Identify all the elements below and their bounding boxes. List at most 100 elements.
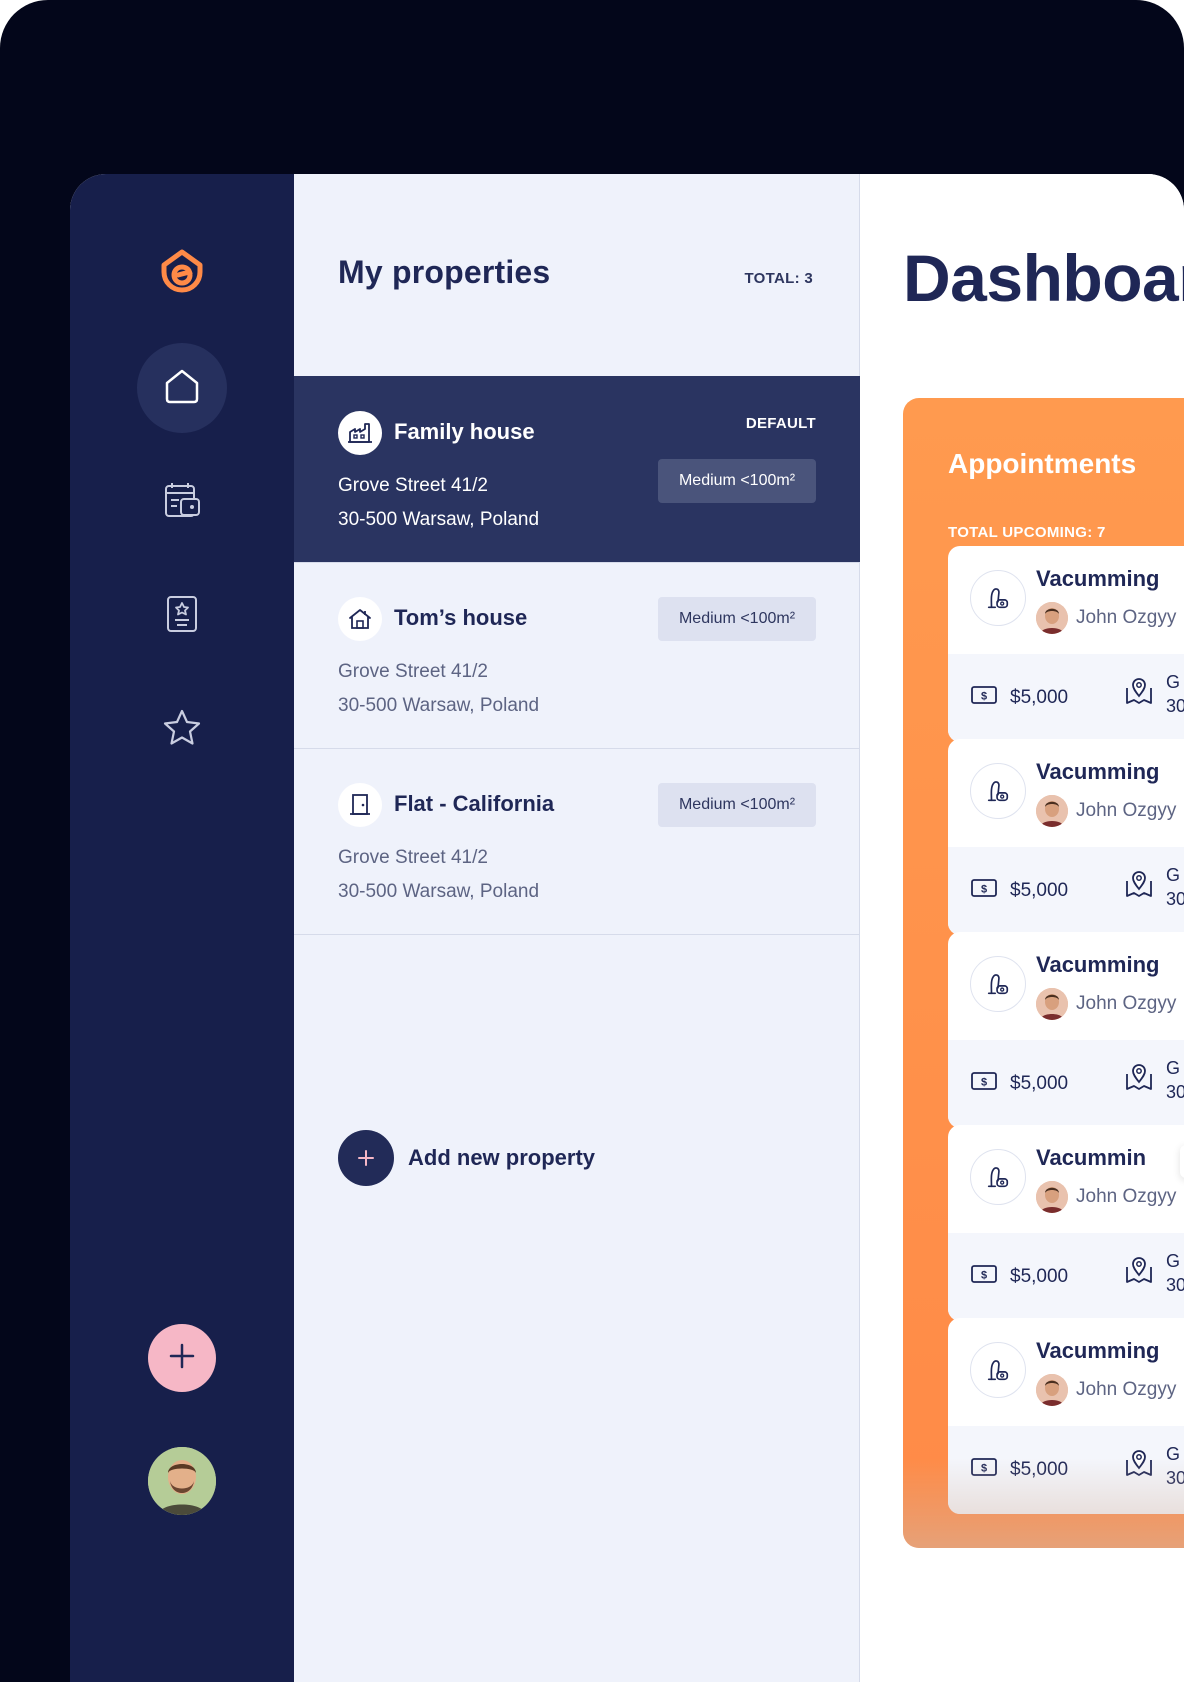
location-line-1: G bbox=[1166, 1251, 1181, 1271]
service-name: Vacumming bbox=[1036, 759, 1160, 784]
money-icon: $ bbox=[970, 877, 998, 904]
badge-star-icon bbox=[161, 593, 203, 640]
appointment-card[interactable]: Vacummin John Ozgyy $ $5,000 G 30 Or bbox=[948, 1125, 1184, 1321]
property-address: Grove Street 41/2 30-500 Warsaw, Poland bbox=[338, 469, 539, 537]
add-button[interactable] bbox=[148, 1324, 216, 1392]
map-pin-icon bbox=[1124, 869, 1154, 904]
default-label: DEFAULT bbox=[745, 415, 816, 432]
location: G 30 bbox=[1166, 863, 1184, 911]
calendar-wallet-icon bbox=[161, 479, 203, 526]
svg-text:$: $ bbox=[981, 1077, 987, 1089]
price-value: $5,000 bbox=[1010, 879, 1069, 901]
location-line-2: 30 bbox=[1166, 1275, 1184, 1295]
sidebar bbox=[70, 174, 294, 1682]
nav-billing[interactable] bbox=[137, 457, 227, 547]
property-name: Tom’s house bbox=[394, 605, 528, 630]
property-card[interactable]: Tom’s house Grove Street 41/2 30-500 War… bbox=[294, 562, 860, 748]
add-property-button[interactable]: Add new property bbox=[338, 1130, 595, 1186]
nav-rewards[interactable] bbox=[137, 571, 227, 661]
location-line-1: G bbox=[1166, 672, 1181, 692]
dashboard: Dashboard Appointments TOTAL UPCOMING: 7… bbox=[861, 174, 1184, 1682]
property-card[interactable]: Flat - California Grove Street 41/2 30-5… bbox=[294, 748, 860, 934]
vacuum-icon bbox=[970, 1342, 1026, 1398]
location: G 30 bbox=[1166, 1056, 1184, 1104]
property-address: Grove Street 41/2 30-500 Warsaw, Poland bbox=[338, 655, 539, 723]
appointments-panel: Appointments TOTAL UPCOMING: 7 Vacumming… bbox=[903, 398, 1184, 1548]
location: G 30 bbox=[1166, 1249, 1184, 1297]
map-pin-icon bbox=[1124, 676, 1154, 711]
price-value: $5,000 bbox=[1010, 1265, 1069, 1287]
assignee: John Ozgyy bbox=[1036, 602, 1176, 634]
location-line-1: G bbox=[1166, 1058, 1181, 1078]
map-pin-icon bbox=[1124, 1062, 1154, 1097]
assignee: John Ozgyy bbox=[1036, 988, 1176, 1020]
factory-house-icon bbox=[338, 411, 382, 455]
service-name: Vacumming bbox=[1036, 566, 1160, 591]
appointments-title: Appointments bbox=[948, 448, 1137, 479]
assignee-avatar bbox=[1036, 1374, 1068, 1406]
assignee-avatar bbox=[1036, 795, 1068, 827]
price-value: $5,000 bbox=[1010, 686, 1069, 708]
appointment-card[interactable]: Vacumming John Ozgyy $ $5,000 G 30 bbox=[948, 739, 1184, 935]
svg-text:$: $ bbox=[981, 691, 987, 703]
plus-icon bbox=[168, 1342, 196, 1375]
size-badge: Medium <100m² bbox=[658, 783, 816, 827]
properties-title: My properties bbox=[338, 254, 551, 290]
appointment-card[interactable]: Vacumming John Ozgyy $ $5,000 G 30 bbox=[948, 546, 1184, 742]
nav-home[interactable] bbox=[137, 343, 227, 433]
price-value: $5,000 bbox=[1010, 1072, 1069, 1094]
assignee-avatar bbox=[1036, 988, 1068, 1020]
money-icon: $ bbox=[970, 1263, 998, 1290]
assignee-name: John Ozgyy bbox=[1076, 800, 1177, 821]
vacuum-icon bbox=[970, 1149, 1026, 1205]
address-line-1: Grove Street 41/2 bbox=[338, 847, 488, 868]
location-line-1: G bbox=[1166, 865, 1181, 885]
avatar[interactable] bbox=[148, 1447, 216, 1515]
home-icon bbox=[161, 365, 203, 412]
price: $ $5,000 bbox=[970, 684, 1068, 711]
app-screen: My properties TOTAL: 3 Family house DEFA… bbox=[70, 174, 1184, 1682]
property-name: Flat - California bbox=[394, 791, 555, 816]
assignee: John Ozgyy bbox=[1036, 795, 1176, 827]
address-line-2: 30-500 Warsaw, Poland bbox=[338, 881, 540, 902]
address-line-1: Grove Street 41/2 bbox=[338, 661, 488, 682]
money-icon: $ bbox=[970, 684, 998, 711]
address-line-2: 30-500 Warsaw, Poland bbox=[338, 509, 540, 530]
appointment-card[interactable]: Vacumming John Ozgyy $ $5,000 G 30 bbox=[948, 932, 1184, 1128]
list-fade bbox=[903, 1458, 1184, 1548]
price: $ $5,000 bbox=[970, 1263, 1068, 1290]
device-frame: My properties TOTAL: 3 Family house DEFA… bbox=[0, 0, 1184, 1682]
door-icon bbox=[338, 783, 382, 827]
assignee-name: John Ozgyy bbox=[1076, 607, 1177, 628]
address-line-2: 30-500 Warsaw, Poland bbox=[338, 695, 540, 716]
assignee-name: John Ozgyy bbox=[1076, 1379, 1177, 1400]
assignee: John Ozgyy bbox=[1036, 1181, 1176, 1213]
house-icon bbox=[338, 597, 382, 641]
vacuum-icon bbox=[970, 956, 1026, 1012]
nav-favorites[interactable] bbox=[137, 685, 227, 775]
svg-text:$: $ bbox=[981, 884, 987, 896]
plus-icon bbox=[338, 1130, 394, 1186]
price: $ $5,000 bbox=[970, 1070, 1068, 1097]
assignee-avatar bbox=[1036, 1181, 1068, 1213]
vacuum-icon bbox=[970, 570, 1026, 626]
location: G 30 bbox=[1166, 670, 1184, 718]
status-chip: Or bbox=[1180, 1145, 1184, 1178]
assignee: John Ozgyy bbox=[1036, 1374, 1176, 1406]
properties-panel: My properties TOTAL: 3 Family house DEFA… bbox=[294, 174, 860, 1682]
assignee-name: John Ozgyy bbox=[1076, 993, 1177, 1014]
appointments-total: TOTAL UPCOMING: 7 bbox=[948, 524, 1106, 541]
size-badge: Medium <100m² bbox=[658, 459, 816, 503]
service-name: Vacummin bbox=[1036, 1145, 1147, 1170]
assignee-avatar bbox=[1036, 602, 1068, 634]
property-card[interactable]: Family house DEFAULT Grove Street 41/2 3… bbox=[294, 376, 860, 562]
divider bbox=[294, 934, 860, 935]
logo-icon[interactable] bbox=[160, 248, 204, 296]
page-title: Dashboard bbox=[903, 241, 1184, 315]
money-icon: $ bbox=[970, 1070, 998, 1097]
service-name: Vacumming bbox=[1036, 1338, 1160, 1363]
location-line-2: 30 bbox=[1166, 696, 1184, 716]
svg-text:$: $ bbox=[981, 1270, 987, 1282]
add-property-label: Add new property bbox=[408, 1145, 596, 1170]
location-line-2: 30 bbox=[1166, 889, 1184, 909]
